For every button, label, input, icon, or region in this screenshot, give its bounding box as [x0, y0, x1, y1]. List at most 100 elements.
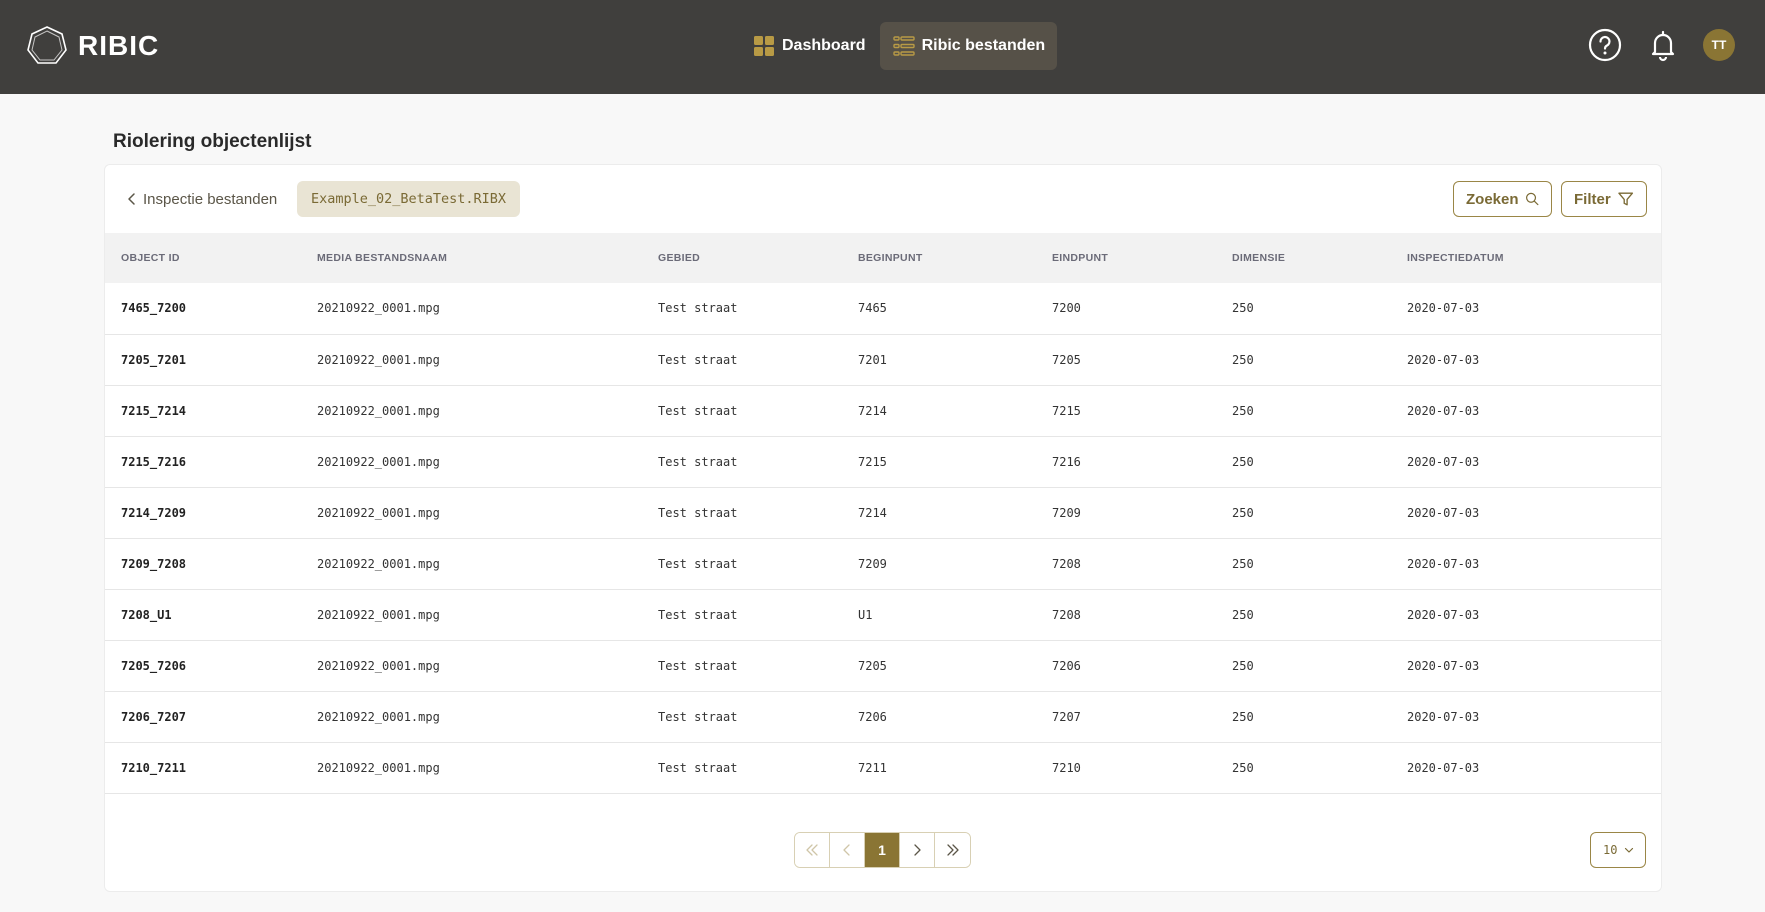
cell-media-bestandsnaam: 20210922_0001.mpg	[317, 454, 440, 469]
top-bar: RIBIC Dashboard Ribic bestanden TT	[0, 0, 1765, 94]
table-row[interactable]: 7465_7200 20210922_0001.mpg Test straat 746…	[105, 283, 1661, 334]
cell-object-id: 7214_7209	[121, 505, 187, 520]
cell-beginpunt: 7209	[858, 556, 887, 571]
cell-gebied: Test straat	[658, 760, 738, 775]
cell-gebied: Test straat	[658, 658, 738, 673]
table-row[interactable]: 7205_7206 20210922_0001.mpg Test straat 720…	[105, 640, 1661, 691]
column-header-dimensie[interactable]: DIMENSIE	[1232, 233, 1407, 283]
cell-beginpunt: 7215	[858, 454, 887, 469]
notifications-button[interactable]	[1645, 27, 1681, 63]
cell-object-id: 7205_7206	[121, 658, 187, 673]
main-nav: Dashboard Ribic bestanden	[740, 22, 1058, 70]
column-header-gebied[interactable]: GEBIED	[658, 233, 858, 283]
table-row[interactable]: 7208_U1 20210922_0001.mpg Test straat U1 720…	[105, 589, 1661, 640]
cell-inspectiedatum: 2020-07-03	[1407, 352, 1480, 367]
cell-eindpunt: 7208	[1052, 556, 1081, 571]
nav-item-ribic-bestanden[interactable]: Ribic bestanden	[879, 22, 1058, 70]
help-icon	[1588, 28, 1622, 62]
chevron-right-icon	[914, 844, 921, 856]
cell-object-id: 7205_7201	[121, 352, 187, 367]
last-page-button[interactable]	[935, 833, 970, 867]
breadcrumb-back[interactable]: Inspectie bestanden	[125, 181, 277, 217]
search-button[interactable]: Zoeken	[1453, 181, 1552, 217]
first-page-button[interactable]	[795, 833, 830, 867]
card-header: Inspectie bestanden Example_02_BetaTest.…	[105, 165, 1661, 233]
cell-dimensie: 250	[1232, 403, 1254, 418]
cell-eindpunt: 7210	[1052, 760, 1081, 775]
column-header-media-bestandsnaam[interactable]: MEDIA BESTANDSNAAM	[317, 233, 658, 283]
cell-object-id: 7208_U1	[121, 607, 172, 622]
table-row[interactable]: 7215_7216 20210922_0001.mpg Test straat 721…	[105, 436, 1661, 487]
cell-object-id: 7206_7207	[121, 709, 187, 724]
table-row[interactable]: 7209_7208 20210922_0001.mpg Test straat 720…	[105, 538, 1661, 589]
filter-button-label: Filter	[1574, 190, 1611, 208]
pagination: 1	[794, 832, 971, 868]
previous-page-button[interactable]	[830, 833, 865, 867]
cell-gebied: Test straat	[658, 403, 738, 418]
cell-gebied: Test straat	[658, 556, 738, 571]
cell-dimensie: 250	[1232, 760, 1254, 775]
cell-beginpunt: 7201	[858, 352, 887, 367]
avatar[interactable]: TT	[1703, 29, 1735, 61]
column-header-eindpunt[interactable]: EINDPUNT	[1052, 233, 1232, 283]
cell-gebied: Test straat	[658, 454, 738, 469]
nav-item-label: Dashboard	[782, 37, 866, 54]
filter-button[interactable]: Filter	[1561, 181, 1647, 217]
nav-item-dashboard[interactable]: Dashboard	[740, 22, 878, 70]
cell-dimensie: 250	[1232, 607, 1254, 622]
search-icon	[1525, 192, 1538, 206]
table-row[interactable]: 7206_7207 20210922_0001.mpg Test straat 720…	[105, 691, 1661, 742]
cell-media-bestandsnaam: 20210922_0001.mpg	[317, 403, 440, 418]
cell-beginpunt: 7205	[858, 658, 887, 673]
cell-eindpunt: 7200	[1052, 301, 1081, 316]
cell-inspectiedatum: 2020-07-03	[1407, 658, 1480, 673]
app-name: RIBIC	[78, 30, 160, 61]
cell-eindpunt: 7216	[1052, 454, 1081, 469]
table-row[interactable]: 7214_7209 20210922_0001.mpg Test straat 721…	[105, 487, 1661, 538]
cell-media-bestandsnaam: 20210922_0001.mpg	[317, 301, 440, 316]
column-header-object-id[interactable]: OBJECT ID	[105, 233, 317, 283]
cell-dimensie: 250	[1232, 454, 1254, 469]
cell-dimensie: 250	[1232, 301, 1254, 316]
table-row[interactable]: 7205_7201 20210922_0001.mpg Test straat 720…	[105, 334, 1661, 385]
cell-gebied: Test straat	[658, 505, 738, 520]
chevron-left-icon	[128, 193, 135, 205]
double-chevron-left-icon	[806, 844, 818, 856]
cell-dimensie: 250	[1232, 352, 1254, 367]
cell-object-id: 7209_7208	[121, 556, 187, 571]
cell-beginpunt: 7214	[858, 505, 887, 520]
cell-eindpunt: 7206	[1052, 658, 1081, 673]
help-button[interactable]	[1587, 27, 1623, 63]
cell-dimensie: 250	[1232, 709, 1254, 724]
cell-media-bestandsnaam: 20210922_0001.mpg	[317, 709, 440, 724]
cell-eindpunt: 7215	[1052, 403, 1081, 418]
page-size-value: 10	[1603, 843, 1618, 857]
cell-inspectiedatum: 2020-07-03	[1407, 556, 1480, 571]
list-icon	[892, 36, 915, 56]
page-size-select[interactable]: 10	[1590, 832, 1646, 868]
cell-dimensie: 250	[1232, 505, 1254, 520]
double-chevron-right-icon	[946, 844, 959, 856]
cell-eindpunt: 7209	[1052, 505, 1081, 520]
column-header-beginpunt[interactable]: BEGINPUNT	[858, 233, 1052, 283]
page-button-current[interactable]: 1	[865, 833, 900, 867]
ribic-logo-icon	[27, 26, 67, 64]
breadcrumb-current-file: Example_02_BetaTest.RIBX	[297, 181, 521, 217]
cell-inspectiedatum: 2020-07-03	[1407, 301, 1480, 316]
column-header-inspectiedatum[interactable]: INSPECTIEDATUM	[1407, 233, 1661, 283]
table-body: 7465_7200 20210922_0001.mpg Test straat 746…	[105, 283, 1661, 793]
table-row[interactable]: 7215_7214 20210922_0001.mpg Test straat 721…	[105, 385, 1661, 436]
cell-beginpunt: 7206	[858, 709, 887, 724]
table-row[interactable]: 7210_7211 20210922_0001.mpg Test straat 721…	[105, 742, 1661, 793]
cell-beginpunt: 7214	[858, 403, 887, 418]
cell-beginpunt: 7211	[858, 760, 887, 775]
bell-icon	[1651, 30, 1675, 62]
cell-eindpunt: 7207	[1052, 709, 1081, 724]
app-logo[interactable]: RIBIC	[26, 25, 159, 67]
cell-media-bestandsnaam: 20210922_0001.mpg	[317, 556, 440, 571]
cell-object-id: 7210_7211	[121, 760, 187, 775]
cell-gebied: Test straat	[658, 709, 738, 724]
objects-table: OBJECT ID MEDIA BESTANDSNAAM GEBIED BEGI…	[105, 233, 1661, 794]
cell-inspectiedatum: 2020-07-03	[1407, 454, 1480, 469]
next-page-button[interactable]	[900, 833, 935, 867]
